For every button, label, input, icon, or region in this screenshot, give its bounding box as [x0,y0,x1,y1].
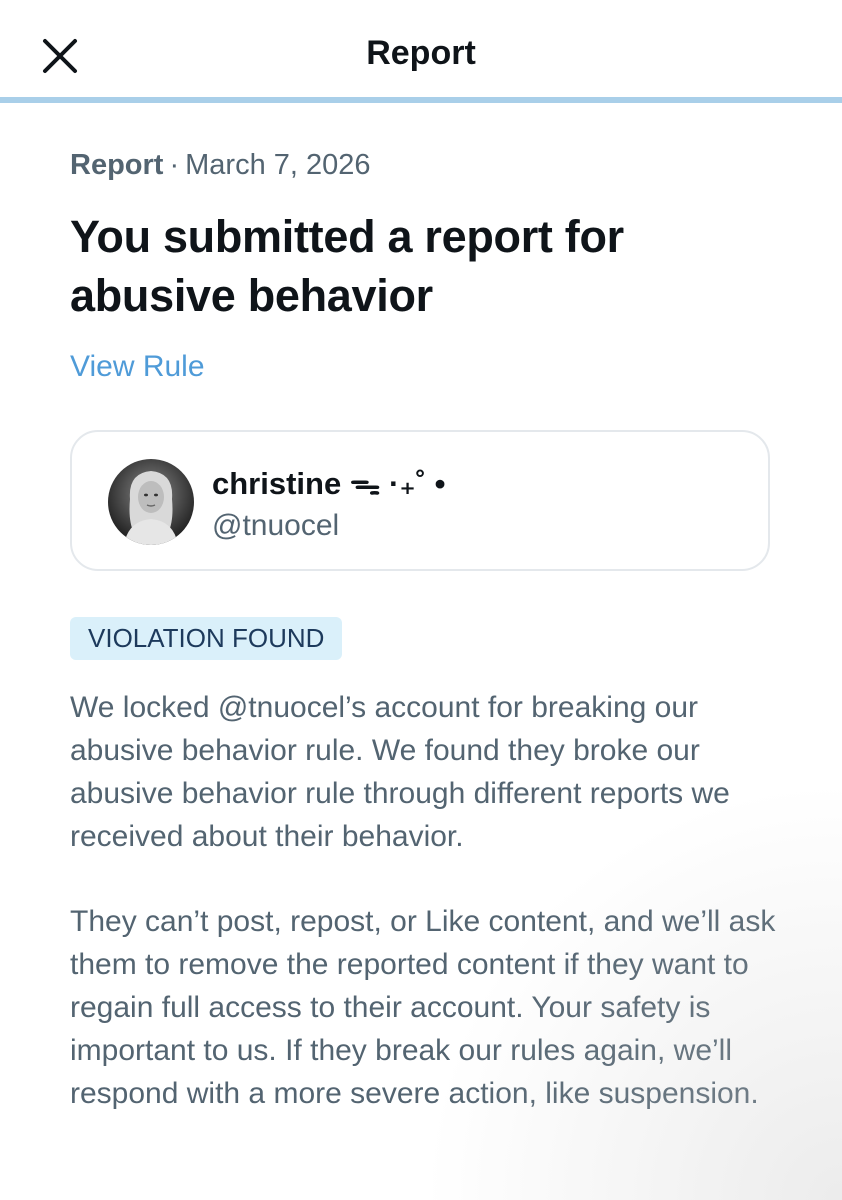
report-date: March 7, 2026 [185,149,371,181]
reported-user-card[interactable]: christine ᯓ ·₊˚ • @tnuocel [70,430,770,571]
page-title: Report [366,34,476,72]
top-bar: Report [0,0,842,98]
user-handle: @tnuocel [212,509,340,542]
result-paragraph-1: We locked @tnuocel’s account for breakin… [70,691,730,853]
report-summary: Report · March 7, 2026 You submitted a rep… [70,145,780,387]
avatar [108,459,194,545]
report-kind: Report [70,149,164,181]
meta-separator: · [169,149,180,181]
report-meta: Report · March 7, 2026 [70,145,780,185]
report-headline: You submitted a report for abusive behav… [70,211,624,321]
view-rule-link[interactable]: View Rule [70,347,205,387]
header-progress-bar [0,97,842,103]
result-paragraph-2: They can’t post, repost, or Like content… [70,905,776,1110]
status-badge: VIOLATION FOUND [70,617,343,660]
user-display-name: christine ᯓ ·₊˚ • [212,466,446,501]
